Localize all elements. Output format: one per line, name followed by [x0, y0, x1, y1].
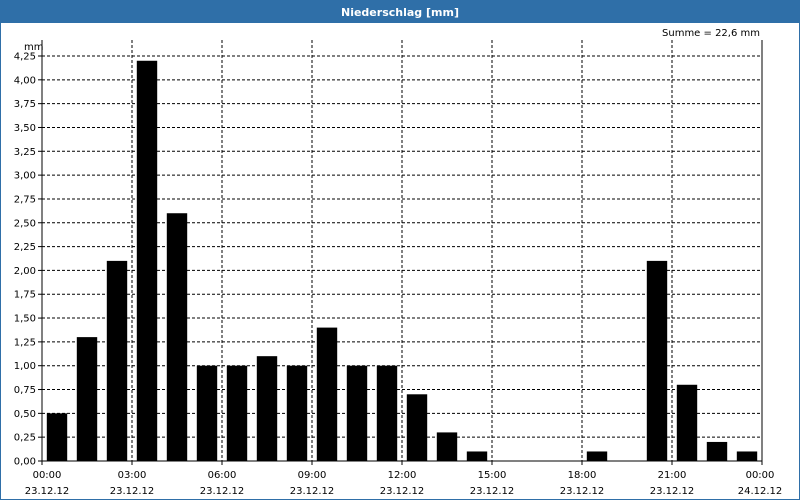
x-tick-time: 00:00	[746, 470, 775, 481]
x-tick-time: 06:00	[208, 470, 237, 481]
y-tick-label: 2,75	[14, 194, 36, 205]
bar	[136, 60, 158, 461]
y-tick-label: 0,75	[14, 385, 36, 396]
x-tick-time: 09:00	[298, 470, 327, 481]
y-tick-label: 4,00	[14, 75, 36, 86]
y-tick-label: 3,00	[14, 171, 36, 182]
x-tick-date: 23.12.12	[25, 486, 70, 497]
x-tick-time: 12:00	[388, 470, 417, 481]
bar	[376, 365, 398, 461]
x-tick-date: 23.12.12	[200, 486, 245, 497]
x-tick-date: 24.12.12	[738, 486, 783, 497]
x-tick-time: 00:00	[33, 470, 62, 481]
sum-annotation: Summe = 22,6 mm	[662, 28, 760, 39]
y-tick-label: 0,50	[14, 409, 36, 420]
bar	[286, 365, 308, 461]
y-tick-label: 3,75	[14, 99, 36, 110]
x-tick-date: 23.12.12	[650, 486, 695, 497]
bar	[226, 365, 248, 461]
bar	[76, 337, 98, 461]
bar	[706, 441, 728, 461]
x-tick-time: 21:00	[658, 470, 687, 481]
bar	[46, 413, 68, 461]
bar	[646, 260, 668, 461]
y-tick-label: 1,75	[14, 290, 36, 301]
bar	[406, 394, 428, 461]
y-tick-label: 1,25	[14, 337, 36, 348]
y-tick-label: 3,50	[14, 123, 36, 134]
bar	[106, 260, 128, 461]
y-tick-label: 4,25	[14, 52, 36, 63]
precipitation-chart: mm Summe = 22,6 mm 0,000,250,500,751,001…	[14, 28, 783, 497]
x-tick-date: 23.12.12	[470, 486, 515, 497]
x-tick-date: 23.12.12	[560, 486, 605, 497]
y-tick-label: 0,00	[14, 457, 36, 468]
bar	[166, 213, 188, 461]
bar	[736, 451, 758, 461]
bar	[196, 365, 218, 461]
bar	[316, 327, 338, 461]
x-tick-labels: 00:00 23.12.12 03:00 23.12.12 06:00 23.12.12 0…	[25, 470, 783, 497]
x-tick-date: 23.12.12	[380, 486, 425, 497]
y-tick-label: 1,50	[14, 314, 36, 325]
x-tick-date: 23.12.12	[110, 486, 155, 497]
y-tick-label: 2,00	[14, 266, 36, 277]
y-tick-label: 2,25	[14, 242, 36, 253]
bar	[466, 451, 488, 461]
x-tick-time: 18:00	[568, 470, 597, 481]
y-tick-labels: 0,00 0,25 0,50 0,75 1,00 1,25 1,50 1,75 2,00 2,25…	[14, 52, 36, 468]
bar	[346, 365, 368, 461]
x-tick-date: 23.12.12	[290, 486, 335, 497]
y-tick-label: 2,50	[14, 218, 36, 229]
bar	[436, 432, 458, 461]
x-tick-time: 03:00	[118, 470, 147, 481]
bar	[586, 451, 608, 461]
bar	[676, 384, 698, 461]
y-tick-label: 0,25	[14, 433, 36, 444]
bar	[256, 356, 278, 461]
x-tick-time: 15:00	[478, 470, 507, 481]
y-tick-label: 1,00	[14, 361, 36, 372]
y-tick-label: 3,25	[14, 147, 36, 158]
